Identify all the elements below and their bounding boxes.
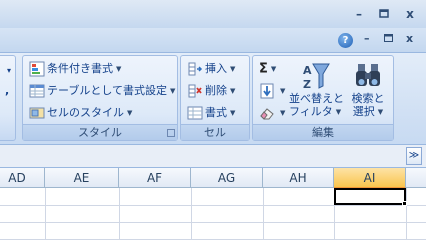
style-group: 条件付き書式 ▼ テーブルとして書式設定 ▼ セルのスタイル ▼ スタイル	[22, 55, 178, 141]
format-button[interactable]: 書式 ▼	[187, 104, 235, 122]
format-as-table-button[interactable]: テーブルとして書式設定 ▼	[29, 82, 175, 100]
help-icon[interactable]: ?	[338, 33, 353, 48]
delete-icon	[187, 83, 203, 99]
editing-group: Σ ▼ ▼ ▼ AZ 並べ替えと フィルタ ▼ 検索と 選択 ▼ 編集	[252, 55, 394, 141]
column-header-row: AD AE AF AG AH AI	[0, 168, 426, 188]
window-restore-button[interactable]	[375, 6, 393, 22]
conditional-format-label: 条件付き書式	[47, 62, 113, 75]
column-header[interactable]: AE	[45, 168, 119, 188]
delete-button[interactable]: 削除 ▼	[187, 82, 235, 100]
title-bar: – x	[0, 0, 426, 28]
sum-icon: Σ	[259, 61, 268, 77]
style-group-label: スタイル	[23, 124, 177, 140]
active-cell[interactable]	[334, 188, 406, 205]
table-format-icon	[29, 83, 45, 99]
column-header-selected[interactable]: AI	[334, 168, 406, 188]
find-select-label-line2: 選択 ▼	[352, 105, 384, 118]
comma-style-button[interactable]: ,	[5, 82, 9, 100]
window-minimize-button[interactable]: –	[350, 6, 368, 22]
restore-icon	[384, 34, 393, 42]
fill-handle[interactable]	[402, 201, 407, 206]
conditional-format-button[interactable]: 条件付き書式 ▼	[29, 60, 121, 78]
column-header[interactable]: AH	[263, 168, 334, 188]
cell-styles-label: セルのスタイル	[47, 106, 124, 119]
column-header[interactable]: AG	[191, 168, 263, 188]
expand-formula-bar-button[interactable]: ≫	[406, 147, 422, 165]
style-group-launcher-icon[interactable]	[167, 129, 175, 137]
cell-styles-button[interactable]: セルのスタイル ▼	[29, 104, 132, 122]
sort-filter-label-line2: フィルタ ▼	[289, 105, 342, 118]
format-as-table-label: テーブルとして書式設定	[47, 84, 168, 97]
fill-button[interactable]: ▼	[259, 82, 285, 100]
column-header[interactable]: AF	[119, 168, 191, 188]
restore-icon	[379, 9, 389, 18]
sort-filter-button[interactable]: AZ 並べ替えと フィルタ ▼	[289, 60, 344, 122]
worksheet-grid[interactable]	[0, 188, 426, 240]
fill-down-icon	[259, 83, 275, 99]
find-select-button[interactable]: 検索と 選択 ▼	[345, 60, 391, 122]
binoculars-icon	[345, 60, 391, 92]
insert-label: 挿入	[205, 62, 227, 75]
insert-button[interactable]: 挿入 ▼	[187, 60, 235, 78]
delete-label: 削除	[205, 84, 227, 97]
clear-button[interactable]: ▼	[259, 104, 285, 122]
eraser-icon	[259, 105, 275, 121]
ribbon: ▾ , 条件付き書式 ▼ テーブルとして書式設定 ▼ セルのスタイル ▼ スタイル 挿…	[0, 52, 426, 144]
ribbon-tab-strip: ? – x	[0, 28, 426, 52]
number-group-partial: ▾ ,	[0, 55, 16, 141]
workbook-close-button[interactable]: x	[406, 32, 413, 45]
insert-icon	[187, 61, 203, 77]
format-icon	[187, 105, 203, 121]
workbook-minimize-button[interactable]: –	[364, 32, 370, 45]
cells-group: 挿入 ▼ 削除 ▼ 書式 ▼ セル	[180, 55, 250, 141]
editing-group-label: 編集	[253, 124, 393, 140]
cell-style-icon	[29, 105, 45, 121]
number-format-dropdown[interactable]: ▾	[7, 62, 11, 80]
formula-bar: ≫	[0, 144, 426, 168]
column-header[interactable]: AD	[0, 168, 45, 188]
autosum-button[interactable]: Σ ▼	[259, 60, 276, 78]
format-label: 書式	[205, 106, 227, 119]
svg-text:A: A	[303, 64, 312, 77]
cells-group-label: セル	[181, 124, 249, 140]
sort-filter-icon: AZ	[289, 60, 341, 92]
sort-filter-label-line1: 並べ替えと	[289, 92, 344, 105]
find-select-label-line1: 検索と	[351, 92, 385, 105]
svg-text:Z: Z	[303, 78, 311, 91]
workbook-restore-button[interactable]	[384, 32, 393, 45]
window-close-button[interactable]: x	[401, 6, 419, 22]
conditional-format-icon	[29, 61, 45, 77]
